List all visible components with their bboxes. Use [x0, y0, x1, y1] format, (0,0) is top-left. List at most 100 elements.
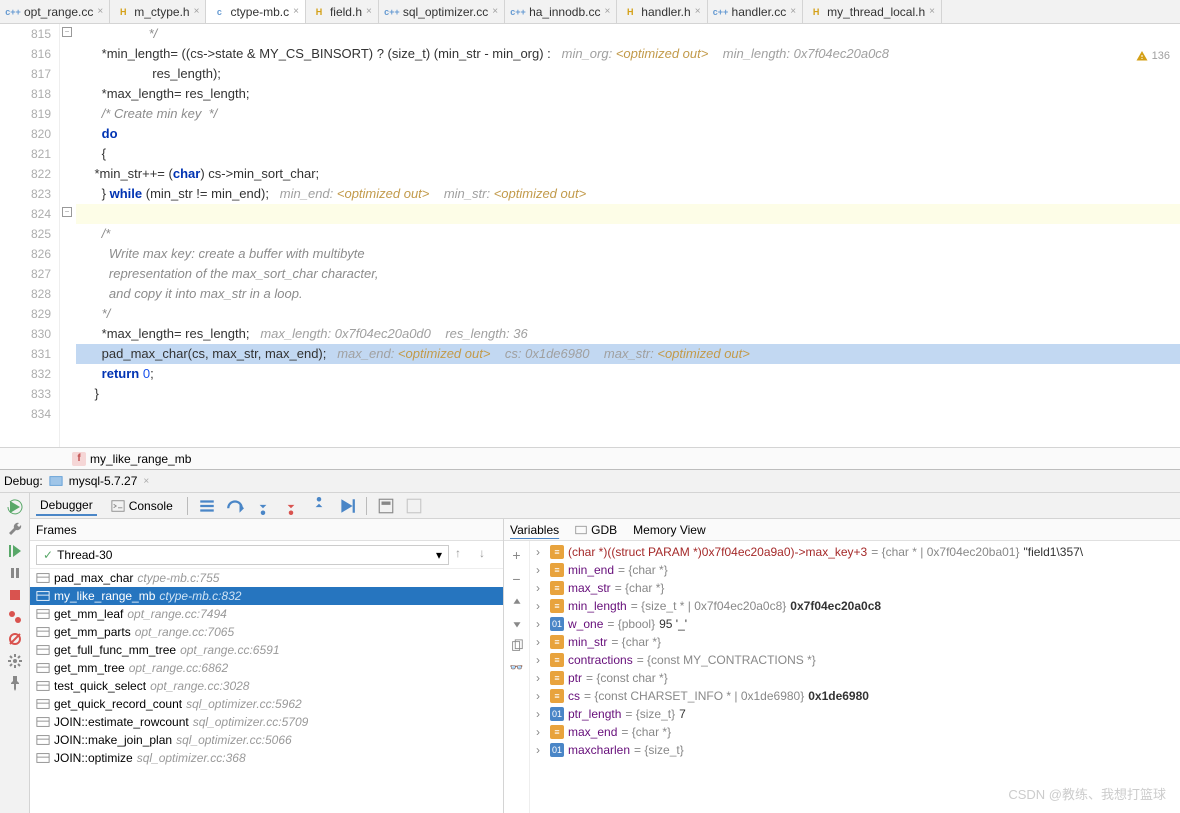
code-line[interactable]: /* Create min key */ — [76, 104, 1180, 124]
frame-down-icon[interactable]: ↓ — [479, 546, 497, 564]
code-line[interactable]: } — [76, 384, 1180, 404]
step-out-icon[interactable] — [310, 497, 328, 515]
stack-frame[interactable]: get_full_func_mm_tree opt_range.cc:6591 — [30, 641, 503, 659]
expand-icon[interactable]: › — [536, 689, 546, 703]
down-icon[interactable] — [510, 617, 524, 631]
expand-icon[interactable]: › — [536, 617, 546, 631]
expand-icon[interactable]: › — [536, 671, 546, 685]
glasses-icon[interactable]: 👓 — [510, 661, 524, 674]
trace-icon[interactable] — [405, 497, 423, 515]
close-icon[interactable]: × — [194, 6, 200, 17]
variables-list[interactable]: ›≡(char *)((struct PARAM *)0x7f04ec20a9a… — [530, 541, 1180, 813]
warning-badge[interactable]: 136 — [1136, 50, 1170, 62]
code-line[interactable]: */ — [76, 304, 1180, 324]
variables-tab[interactable]: Variables — [510, 523, 559, 537]
expand-icon[interactable]: › — [536, 725, 546, 739]
evaluate-icon[interactable] — [377, 497, 395, 515]
code-line[interactable]: *min_length= ((cs->state & MY_CS_BINSORT… — [76, 44, 1180, 64]
expand-icon[interactable]: › — [536, 743, 546, 757]
expand-icon[interactable]: › — [536, 653, 546, 667]
stack-frame[interactable]: get_mm_tree opt_range.cc:6862 — [30, 659, 503, 677]
variable-row[interactable]: ›01ptr_length = {size_t} 7 — [532, 705, 1178, 723]
breadcrumb-fn[interactable]: my_like_range_mb — [90, 452, 191, 466]
code-line[interactable]: return 0; — [76, 364, 1180, 384]
file-tab[interactable]: c++opt_range.cc× — [0, 0, 110, 23]
expand-icon[interactable]: › — [536, 563, 546, 577]
expand-icon[interactable]: › — [536, 635, 546, 649]
stack-frame[interactable]: JOIN::optimize sql_optimizer.cc:368 — [30, 749, 503, 767]
variable-row[interactable]: ›≡(char *)((struct PARAM *)0x7f04ec20a9a… — [532, 543, 1178, 561]
thread-selector[interactable]: ✓ Thread-30 ▾ — [36, 545, 449, 565]
stop-icon[interactable] — [7, 587, 23, 603]
fold-marker[interactable]: − — [62, 207, 72, 217]
stack-frame[interactable]: JOIN::estimate_rowcount sql_optimizer.cc… — [30, 713, 503, 731]
code-line[interactable]: and copy it into max_str in a loop. — [76, 284, 1180, 304]
file-tab[interactable]: Hm_ctype.h× — [110, 0, 206, 23]
pause-icon[interactable] — [7, 565, 23, 581]
stack-frame[interactable]: test_quick_select opt_range.cc:3028 — [30, 677, 503, 695]
step-into-icon[interactable] — [254, 497, 272, 515]
remove-watch-icon[interactable]: − — [512, 571, 520, 587]
variable-row[interactable]: ›01maxcharlen = {size_t} — [532, 741, 1178, 759]
mute-icon[interactable] — [7, 631, 23, 647]
debug-project[interactable]: mysql-5.7.27 — [69, 474, 138, 488]
variable-row[interactable]: ›≡ptr = {const char *} — [532, 669, 1178, 687]
stack-frame[interactable]: get_mm_leaf opt_range.cc:7494 — [30, 605, 503, 623]
step-over-icon[interactable] — [226, 497, 244, 515]
run-to-cursor-icon[interactable] — [338, 497, 356, 515]
stack-frame[interactable]: JOIN::make_join_plan sql_optimizer.cc:50… — [30, 731, 503, 749]
code-line[interactable]: pad_max_char(cs, max_str, max_end); max_… — [76, 344, 1180, 364]
variable-row[interactable]: ›≡min_length = {size_t * | 0x7f04ec20a0c… — [532, 597, 1178, 615]
stack-frame[interactable]: get_mm_parts opt_range.cc:7065 — [30, 623, 503, 641]
code-line[interactable]: *min_str++= (char) cs->min_sort_char; — [76, 164, 1180, 184]
variable-row[interactable]: ›≡min_str = {char *} — [532, 633, 1178, 651]
code-line[interactable]: *max_length= res_length; — [76, 84, 1180, 104]
show-exec-icon[interactable] — [198, 497, 216, 515]
close-icon[interactable]: × — [695, 6, 701, 17]
rerun-icon[interactable] — [7, 499, 23, 515]
code-line[interactable]: { — [76, 144, 1180, 164]
file-tab[interactable]: c++handler.cc× — [708, 0, 804, 23]
code-line[interactable]: *max_length= res_length; max_length: 0x7… — [76, 324, 1180, 344]
resume-icon[interactable] — [7, 543, 23, 559]
console-tab[interactable]: Console — [107, 497, 177, 515]
expand-icon[interactable]: › — [536, 707, 546, 721]
variable-row[interactable]: ›01w_one = {pbool} 95 '_' — [532, 615, 1178, 633]
stack-frame[interactable]: my_like_range_mb ctype-mb.c:832 — [30, 587, 503, 605]
close-icon[interactable]: × — [366, 6, 372, 17]
debugger-tab[interactable]: Debugger — [36, 496, 97, 516]
code-line[interactable] — [76, 204, 1180, 224]
code-line[interactable]: Write max key: create a buffer with mult… — [76, 244, 1180, 264]
frame-up-icon[interactable]: ↑ — [455, 546, 473, 564]
file-tab[interactable]: Hfield.h× — [306, 0, 379, 23]
up-icon[interactable] — [510, 595, 524, 609]
variable-row[interactable]: ›≡contractions = {const MY_CONTRACTIONS … — [532, 651, 1178, 669]
expand-icon[interactable]: › — [536, 599, 546, 613]
code-line[interactable]: } while (min_str != min_end); min_end: <… — [76, 184, 1180, 204]
code-line[interactable]: res_length); — [76, 64, 1180, 84]
code-line[interactable]: */ — [76, 24, 1180, 44]
add-watch-icon[interactable]: + — [512, 547, 520, 563]
code-line[interactable]: representation of the max_sort_char char… — [76, 264, 1180, 284]
expand-icon[interactable]: › — [536, 545, 546, 559]
variable-row[interactable]: ›≡min_end = {char *} — [532, 561, 1178, 579]
wrench-icon[interactable] — [7, 521, 23, 537]
file-tab[interactable]: Hmy_thread_local.h× — [803, 0, 942, 23]
pin-icon[interactable] — [7, 675, 23, 691]
force-step-into-icon[interactable] — [282, 497, 300, 515]
variable-row[interactable]: ›≡cs = {const CHARSET_INFO * | 0x1de6980… — [532, 687, 1178, 705]
close-icon[interactable]: × — [97, 6, 103, 17]
stack-frame[interactable]: get_quick_record_count sql_optimizer.cc:… — [30, 695, 503, 713]
file-tab[interactable]: c++sql_optimizer.cc× — [379, 0, 505, 23]
gdb-tab[interactable]: GDB — [575, 523, 617, 537]
close-icon[interactable]: × — [143, 476, 149, 487]
close-icon[interactable]: × — [604, 6, 610, 17]
copy-icon[interactable] — [510, 639, 524, 653]
memory-tab[interactable]: Memory View — [633, 523, 705, 537]
close-icon[interactable]: × — [929, 6, 935, 17]
close-icon[interactable]: × — [293, 6, 299, 17]
code-line[interactable]: do — [76, 124, 1180, 144]
stack-frame[interactable]: pad_max_char ctype-mb.c:755 — [30, 569, 503, 587]
close-icon[interactable]: × — [790, 6, 796, 17]
file-tab[interactable]: cctype-mb.c× — [206, 0, 306, 23]
